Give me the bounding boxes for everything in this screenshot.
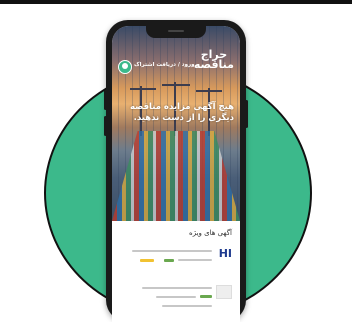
ad-thumbnail (216, 285, 232, 299)
top-divider (0, 0, 352, 4)
notch (146, 26, 206, 38)
volume-button (104, 116, 107, 136)
status-badge (164, 259, 174, 262)
power-button (245, 100, 248, 128)
tag-badge (140, 259, 154, 262)
hero-headline: هیچ آگهی مزایده مناقصه دیگری را از دست ن… (129, 102, 234, 123)
company-logo: HI (218, 247, 232, 260)
brand-logo[interactable]: حراج مناقصه (193, 49, 234, 71)
logo-line2: مناقصه (193, 58, 234, 71)
ad-meta-line (178, 259, 212, 261)
status-badge (200, 295, 212, 298)
volume-button (104, 90, 107, 110)
featured-section-title: آگهی های ویژه (189, 229, 232, 237)
ad-title-line (142, 287, 212, 289)
user-icon[interactable] (118, 60, 132, 74)
ad-meta-line (162, 305, 212, 307)
featured-ad-card[interactable]: HI (118, 243, 234, 275)
phone-screen: حراج مناقصه ورود / دریافت اشتراک هیچ آگه… (112, 26, 240, 322)
phone-mockup: حراج مناقصه ورود / دریافت اشتراک هیچ آگه… (104, 20, 248, 322)
featured-section: آگهی های ویژه HI (112, 221, 240, 322)
featured-ad-card[interactable] (118, 283, 234, 317)
app-header: حراج مناقصه ورود / دریافت اشتراک (112, 40, 240, 80)
ad-title-line (132, 250, 212, 252)
login-link[interactable]: ورود / دریافت اشتراک (134, 62, 195, 68)
ad-meta-line (156, 296, 196, 298)
